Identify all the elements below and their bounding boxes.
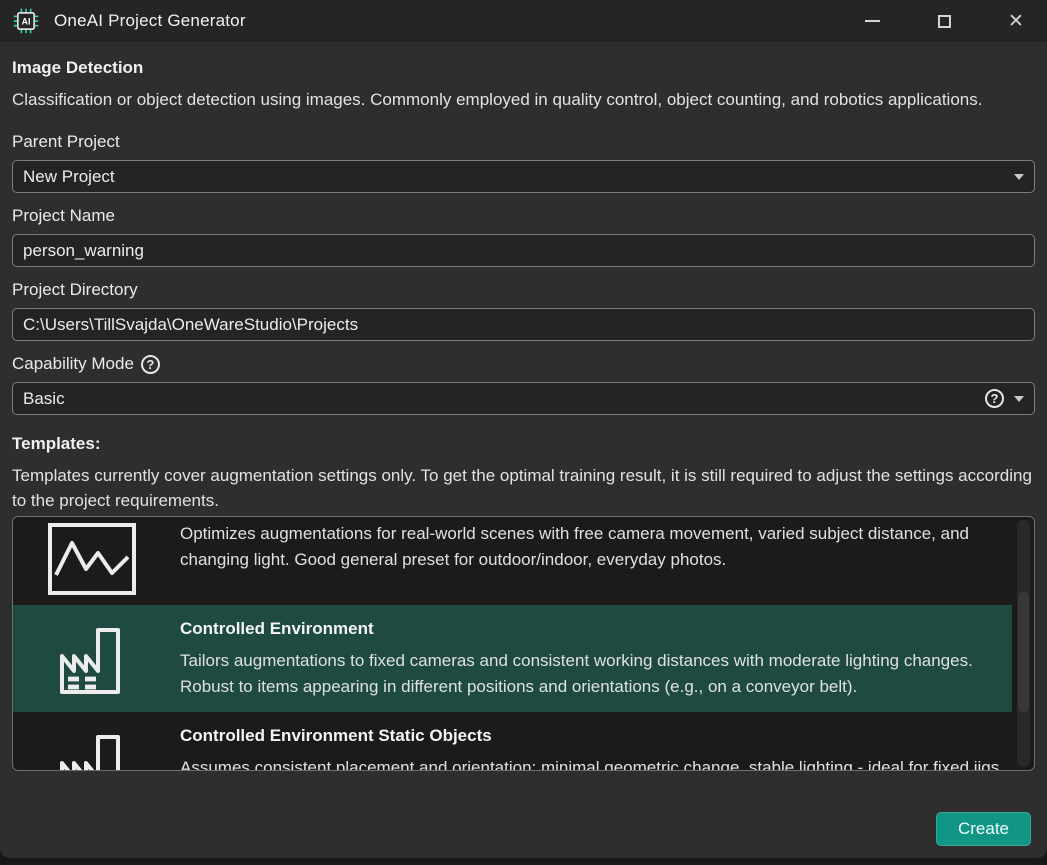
- create-button[interactable]: Create: [936, 812, 1031, 846]
- close-button[interactable]: ✕: [993, 3, 1039, 39]
- templates-heading: Templates:: [12, 434, 1035, 454]
- maximize-button[interactable]: [921, 3, 967, 39]
- template-item-title: Controlled Environment: [180, 619, 1002, 639]
- templates-scrollbar[interactable]: [1017, 520, 1030, 767]
- capability-mode-label-row: Capability Mode ?: [12, 354, 1035, 374]
- template-item-text: Optimizes augmentations for real-world s…: [180, 521, 1002, 597]
- capability-mode-help-icon[interactable]: ?: [141, 355, 160, 374]
- capability-mode-select[interactable]: Basic ?: [12, 382, 1035, 415]
- project-name-input[interactable]: [23, 241, 1024, 261]
- capability-mode-select-help-icon[interactable]: ?: [985, 389, 1004, 408]
- capability-mode-value: Basic: [23, 389, 65, 409]
- template-item-controlled-environment-static[interactable]: Controlled Environment Static Objects As…: [13, 712, 1012, 771]
- landscape-icon: [42, 521, 142, 597]
- templates-items: Optimizes augmentations for real-world s…: [13, 517, 1012, 771]
- minimize-icon: [865, 20, 880, 22]
- template-item-description: Tailors augmentations to fixed cameras a…: [180, 648, 1002, 700]
- chevron-down-icon: [1014, 174, 1024, 180]
- template-item-description: Optimizes augmentations for real-world s…: [180, 521, 1002, 573]
- template-item-text: Controlled Environment Static Objects As…: [180, 724, 1002, 771]
- factory-icon: [42, 617, 142, 700]
- window-controls: ✕: [823, 3, 1039, 39]
- template-item-real-world[interactable]: Optimizes augmentations for real-world s…: [13, 517, 1012, 605]
- template-item-text: Controlled Environment Tailors augmentat…: [180, 617, 1002, 700]
- oneai-app-icon: AI: [12, 7, 40, 35]
- capability-mode-label: Capability Mode: [12, 354, 134, 374]
- project-directory-input[interactable]: [23, 315, 1024, 335]
- dialog-window: AI OneAI Project Generator ✕ Image Detec…: [0, 0, 1047, 858]
- templates-list[interactable]: Optimizes augmentations for real-world s…: [12, 516, 1035, 771]
- project-directory-label: Project Directory: [12, 280, 1035, 300]
- svg-text:AI: AI: [22, 17, 31, 27]
- template-item-title: Controlled Environment Static Objects: [180, 726, 1002, 746]
- templates-scrollbar-thumb[interactable]: [1018, 592, 1029, 712]
- close-icon: ✕: [1008, 12, 1024, 31]
- minimize-button[interactable]: [849, 3, 895, 39]
- titlebar: AI OneAI Project Generator ✕: [0, 0, 1047, 42]
- factory-icon: [42, 724, 142, 771]
- window-title: OneAI Project Generator: [54, 11, 246, 31]
- maximize-icon: [938, 15, 951, 28]
- dialog-content: Image Detection Classification or object…: [0, 58, 1047, 771]
- page-title: Image Detection: [12, 58, 1035, 78]
- project-directory-fieldbox: [12, 308, 1035, 341]
- project-name-label: Project Name: [12, 206, 1035, 226]
- parent-project-select[interactable]: New Project: [12, 160, 1035, 193]
- chevron-down-icon: [1014, 396, 1024, 402]
- page-description: Classification or object detection using…: [12, 87, 1035, 112]
- parent-project-label: Parent Project: [12, 132, 1035, 152]
- parent-project-value: New Project: [23, 167, 115, 187]
- templates-description: Templates currently cover augmentation s…: [12, 463, 1035, 513]
- project-name-fieldbox: [12, 234, 1035, 267]
- template-item-controlled-environment[interactable]: Controlled Environment Tailors augmentat…: [13, 605, 1012, 712]
- template-item-description: Assumes consistent placement and orienta…: [180, 755, 1002, 771]
